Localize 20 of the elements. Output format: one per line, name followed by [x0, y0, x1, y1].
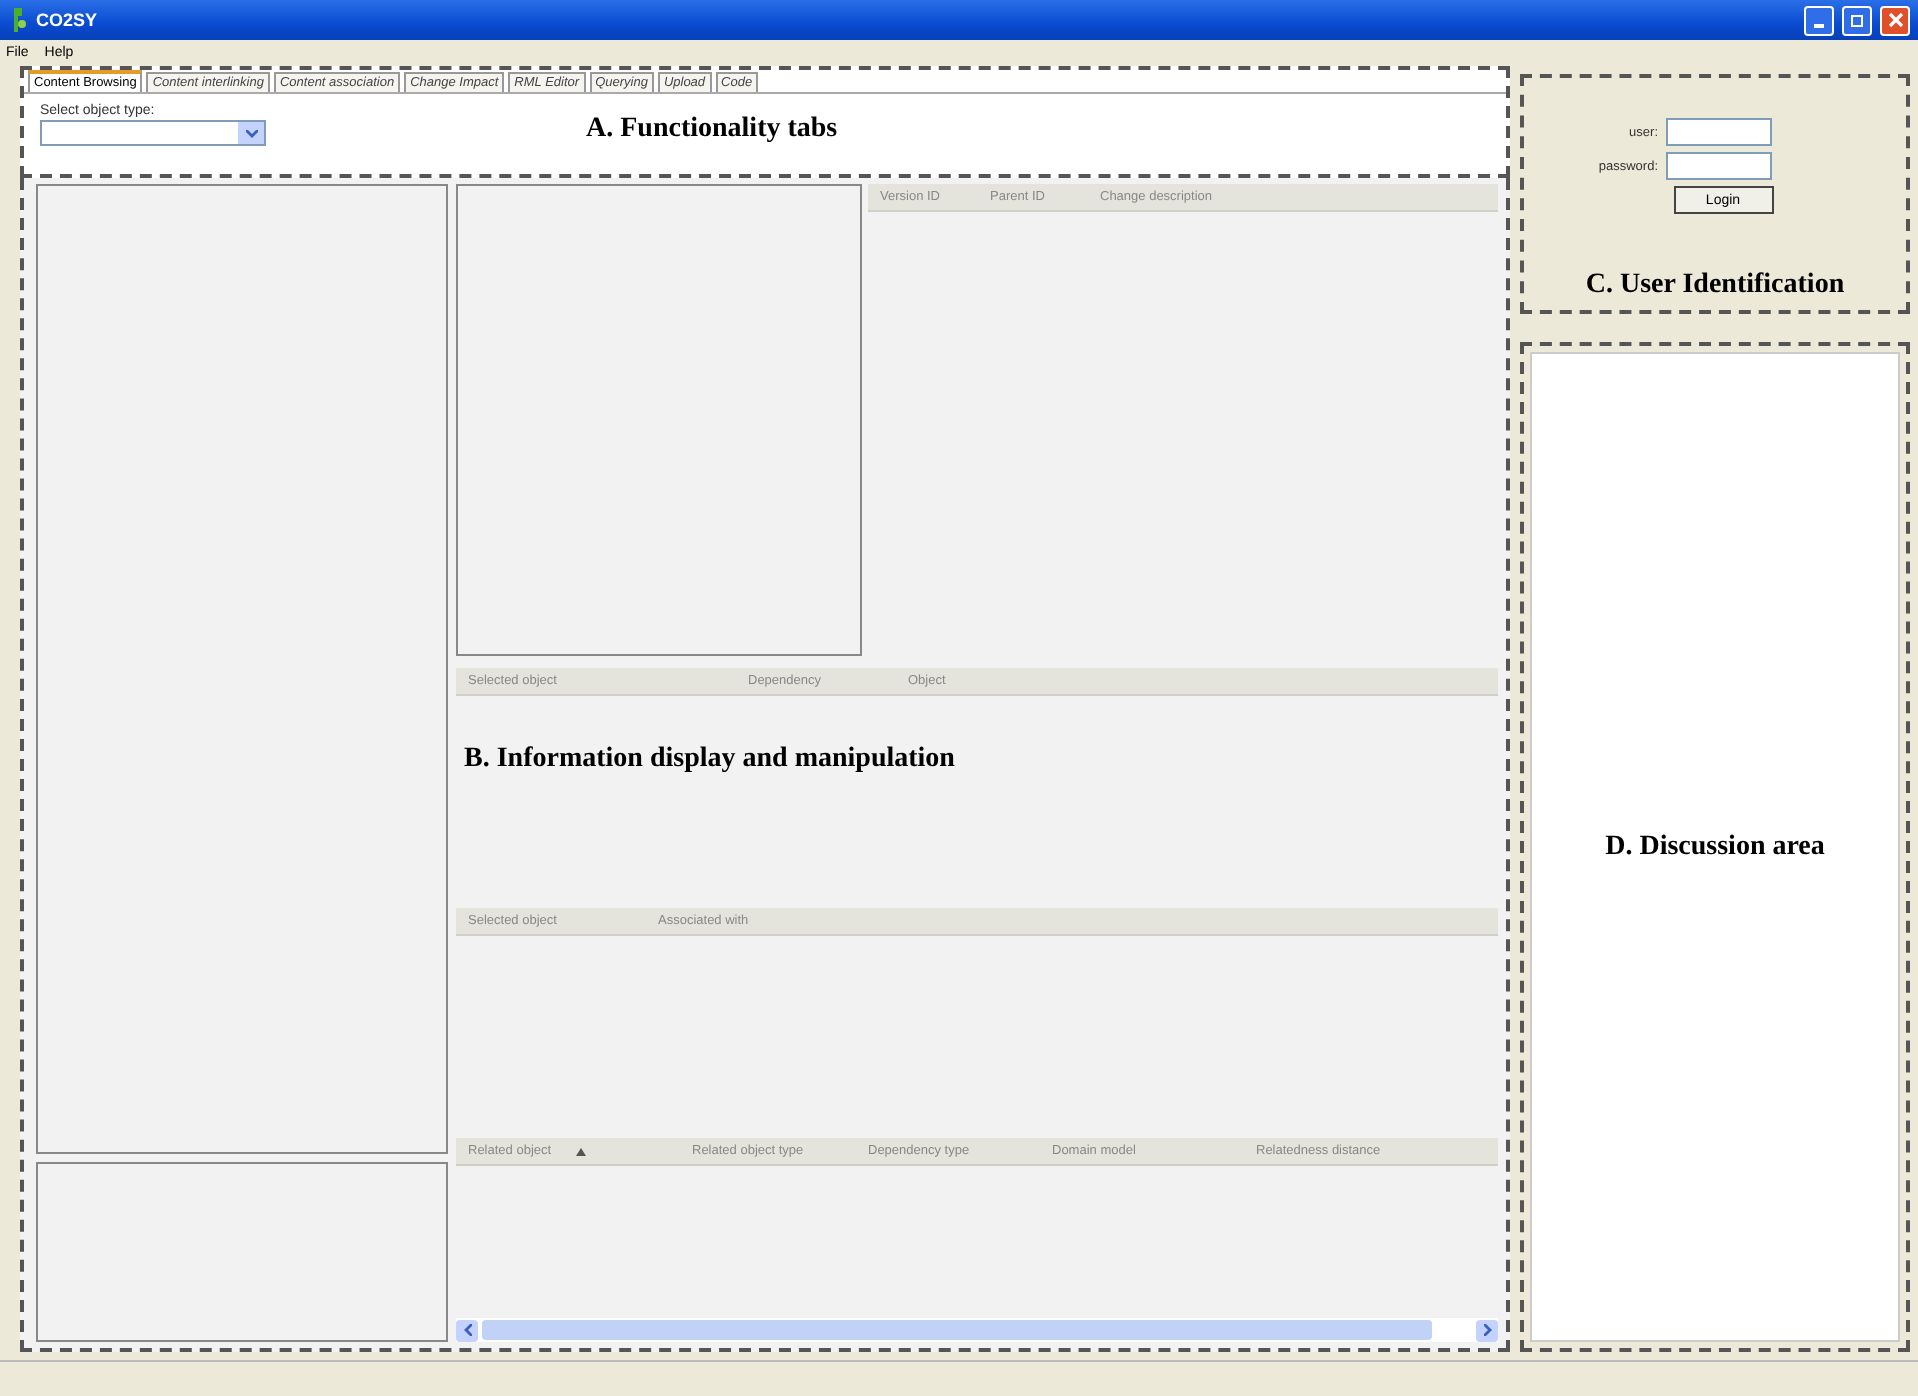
window-title: CO2SY — [36, 10, 98, 30]
close-icon — [1887, 12, 1903, 28]
object-type-dropdown[interactable] — [40, 120, 266, 146]
user-field[interactable] — [1666, 118, 1772, 146]
close-button[interactable] — [1880, 5, 1910, 35]
discussion-panel[interactable]: D. Discussion area — [1530, 352, 1900, 1342]
region-d-label: D. Discussion area — [1605, 831, 1825, 863]
chevron-right-icon — [1483, 1324, 1491, 1336]
region-a-label: A. Functionality tabs — [586, 114, 838, 146]
region-b-label: B. Information display and manipulation — [464, 744, 955, 776]
sort-arrow-icon — [575, 1147, 586, 1155]
restore-icon — [1849, 12, 1865, 28]
horizontal-scrollbar[interactable] — [456, 1318, 1498, 1342]
region-c-label: C. User Identification — [1585, 270, 1845, 302]
restore-button[interactable] — [1842, 5, 1872, 35]
password-field[interactable] — [1666, 152, 1772, 180]
app-icon — [8, 8, 28, 32]
chevron-left-icon — [463, 1324, 471, 1336]
minimize-button[interactable] — [1804, 5, 1834, 35]
chevron-down-icon — [245, 129, 257, 137]
